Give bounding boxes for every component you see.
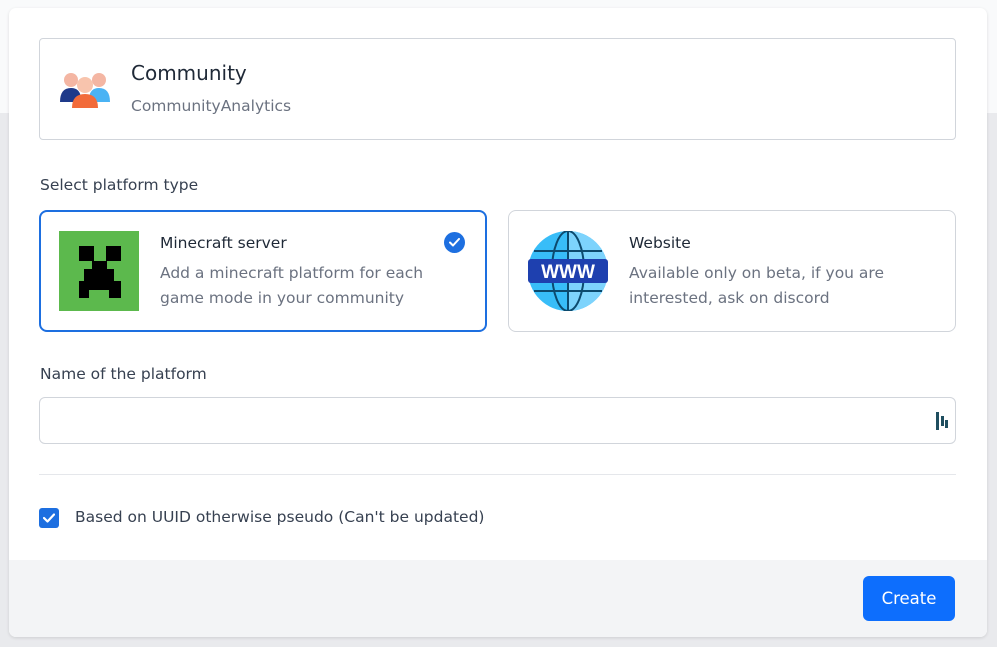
svg-text:WWW: WWW [541, 262, 595, 283]
create-button[interactable]: Create [863, 576, 955, 621]
platform-option-title: Minecraft server [160, 234, 287, 252]
platform-option-minecraft[interactable]: Minecraft server Add a minecraft platfor… [39, 210, 487, 332]
platform-name-input[interactable] [39, 397, 956, 444]
platform-name-label: Name of the platform [40, 365, 207, 383]
password-manager-icon[interactable] [935, 412, 949, 430]
community-card: Community CommunityAnalytics [39, 38, 956, 140]
divider [39, 474, 956, 475]
community-title: Community [131, 61, 247, 85]
globe-www-icon: WWW [528, 231, 608, 311]
create-platform-modal: Community CommunityAnalytics Select plat… [9, 8, 987, 637]
platform-option-website[interactable]: WWW Website Available only on beta, if y… [508, 210, 956, 332]
uuid-checkbox[interactable] [39, 508, 59, 528]
community-group-icon [60, 73, 110, 108]
uuid-checkbox-label[interactable]: Based on UUID otherwise pseudo (Can't be… [75, 508, 484, 526]
minecraft-creeper-icon [59, 231, 139, 311]
community-subtitle: CommunityAnalytics [131, 97, 292, 115]
platform-option-title: Website [629, 234, 691, 252]
platform-option-description: Add a minecraft platform for each game m… [160, 264, 424, 307]
selected-check-icon [444, 232, 465, 253]
platform-type-label: Select platform type [40, 176, 199, 194]
modal-footer: Create [9, 560, 987, 637]
platform-option-description: Available only on beta, if you are inter… [629, 264, 885, 307]
